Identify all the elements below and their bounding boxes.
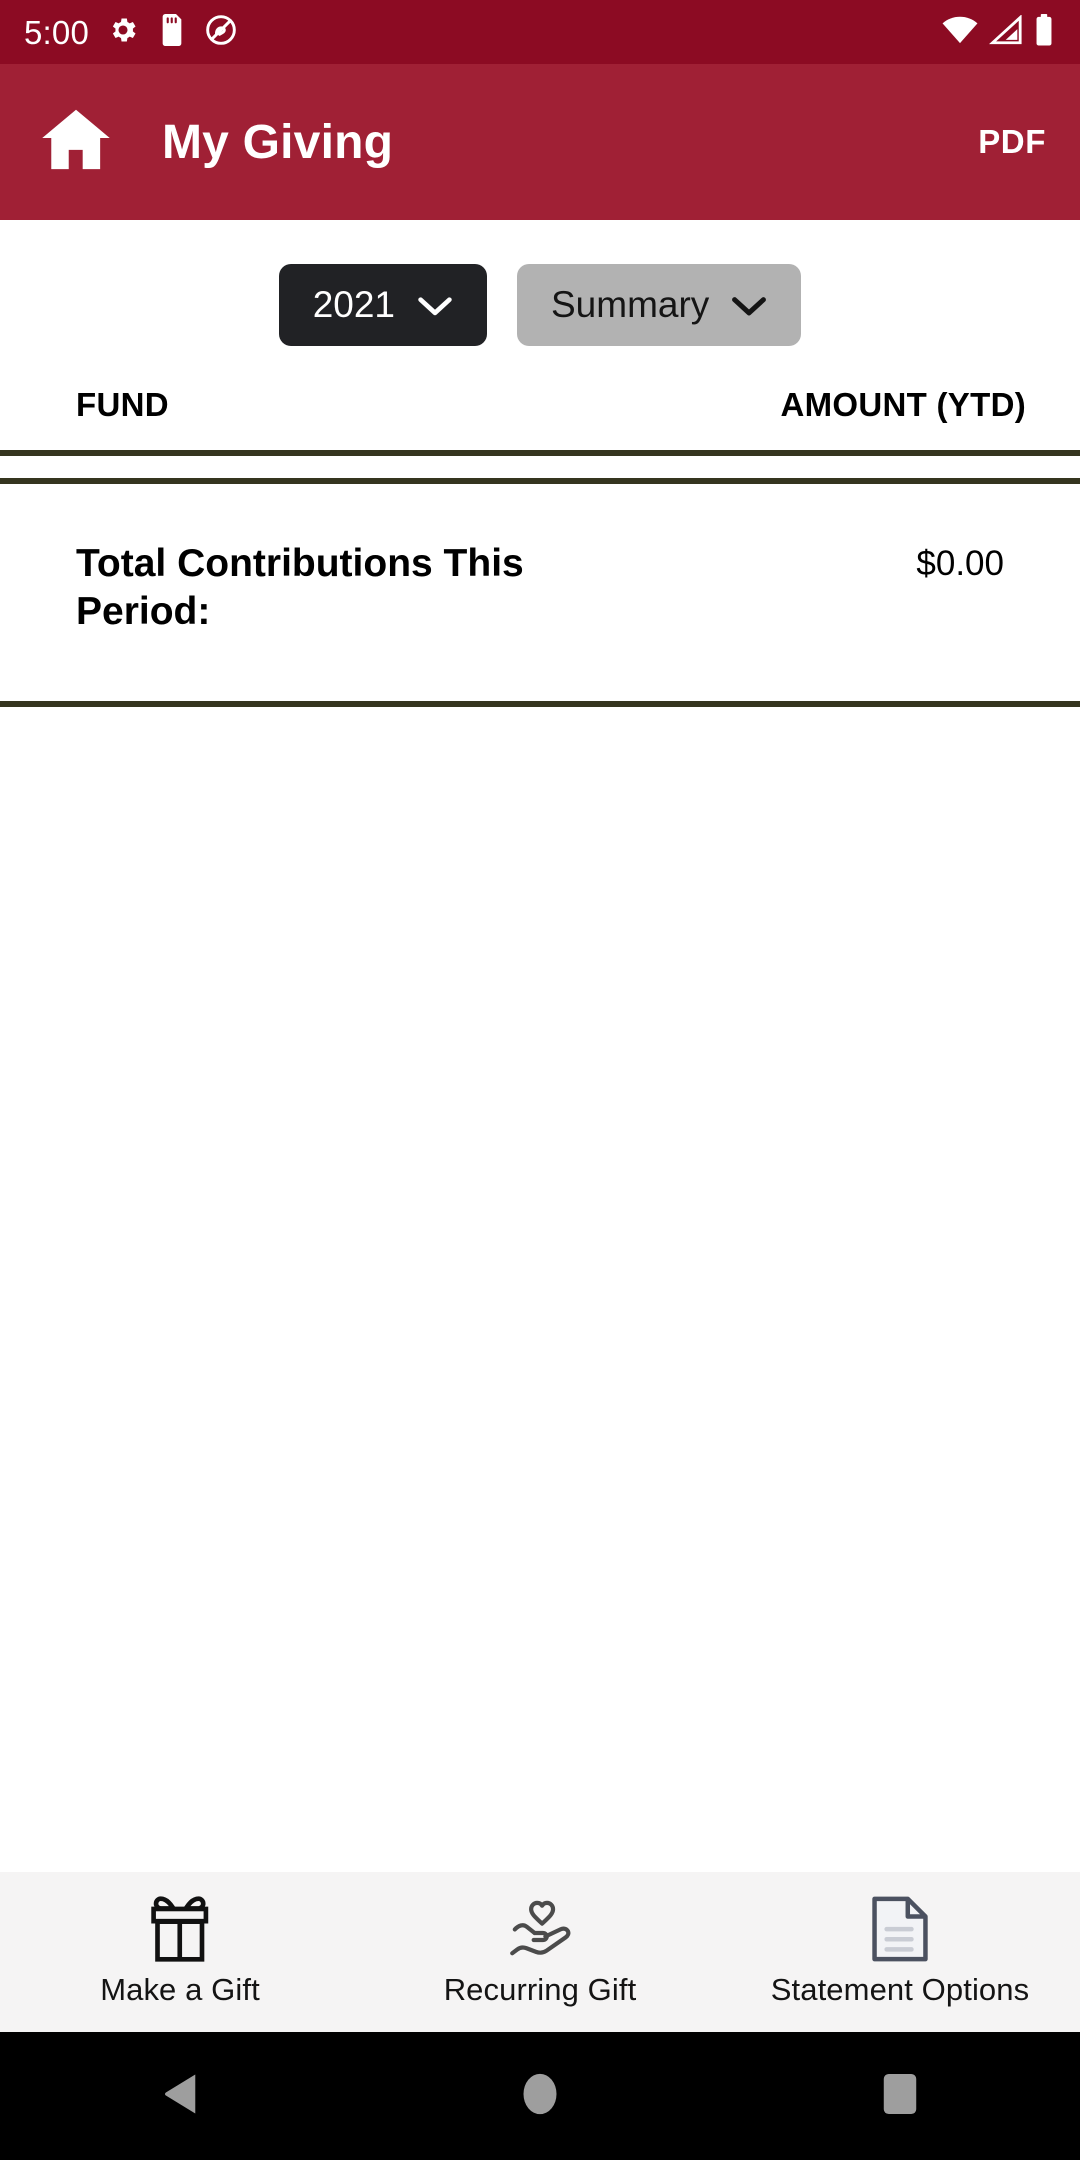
app-bar: My Giving PDF [0,64,1080,220]
hand-heart-icon [505,1896,575,1962]
column-header-amount: AMOUNT (YTD) [780,386,1026,423]
cell-signal-icon [988,13,1023,50]
status-bar-left: 5:00 [24,13,237,51]
nav-label-statement-options: Statement Options [770,1972,1030,2007]
nav-item-make-a-gift[interactable]: Make a Gift [0,1896,360,2008]
home-button[interactable] [38,104,114,180]
total-contributions-amount: $0.00 [916,544,1004,583]
nav-item-recurring-gift[interactable]: Recurring Gift [360,1896,720,2008]
year-dropdown-label: 2021 [312,284,395,325]
chevron-down-icon [417,284,453,326]
do-not-disturb-icon [205,14,237,51]
nav-label-recurring-gift: Recurring Gift [443,1972,637,2007]
chevron-down-icon [731,284,767,326]
table-empty-rows [0,456,1080,478]
column-header-fund: FUND [76,386,169,423]
system-recents-button[interactable] [840,2032,960,2160]
home-circle-icon [521,2072,559,2121]
nav-label-make-a-gift: Make a Gift [100,1972,260,2007]
home-icon [41,108,111,177]
battery-icon [1034,13,1054,51]
table-header-row: FUND AMOUNT (YTD) [0,372,1080,450]
bottom-nav: Make a Gift Recurring Gift Statement Opt… [0,1872,1080,2032]
total-contributions-label: Total Contributions This Period: [76,542,524,634]
app-root: 5:00 My Giving PDF 2021 Summary FUND AMO… [0,0,1080,2160]
nav-item-statement-options[interactable]: Statement Options [720,1896,1080,2008]
back-icon [162,2073,198,2120]
page-title: My Giving [162,115,394,169]
sd-card-icon [157,13,187,51]
system-back-button[interactable] [120,2032,240,2160]
wifi-icon [942,15,978,50]
filter-bar: 2021 Summary [0,220,1080,372]
recents-square-icon [882,2073,918,2120]
document-icon [871,1896,929,1962]
giving-table: FUND AMOUNT (YTD) Total Contributions Th… [0,372,1080,1872]
status-bar-right [942,13,1054,51]
gear-icon [107,14,139,51]
status-bar: 5:00 [0,0,1080,64]
pdf-button[interactable]: PDF [978,123,1046,161]
view-dropdown[interactable]: Summary [517,264,802,346]
view-dropdown-label: Summary [551,284,710,325]
gift-icon [148,1896,212,1962]
total-contributions-row: Total Contributions This Period: $0.00 [0,484,1080,701]
year-dropdown[interactable]: 2021 [278,264,487,346]
table-empty-area [0,706,1080,1872]
status-clock: 5:00 [24,13,90,51]
system-home-button[interactable] [480,2032,600,2160]
system-navigation-bar [0,2032,1080,2160]
